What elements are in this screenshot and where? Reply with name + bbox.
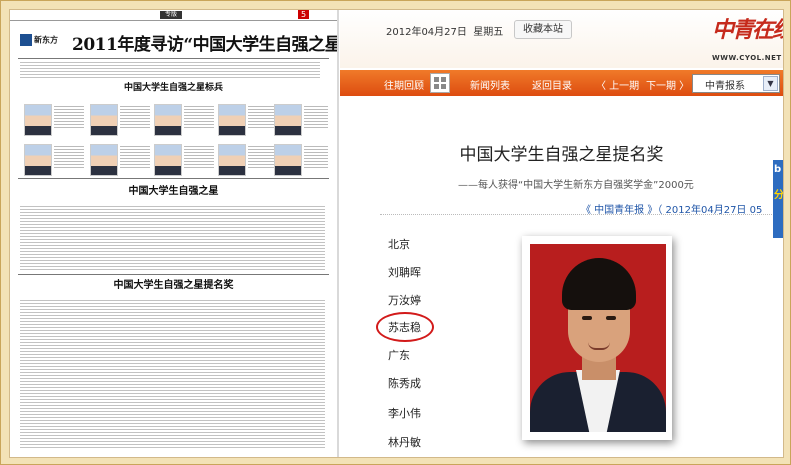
- divider: [18, 58, 329, 59]
- article-title: 中国大学生自强之星提名奖: [459, 145, 664, 165]
- honoree-photo: [274, 104, 302, 136]
- nominees-list-text: [20, 300, 325, 450]
- honoree-photo: [90, 144, 118, 176]
- side-banner-line2: 分: [774, 190, 784, 201]
- newspaper-page[interactable]: 专版 5 新东方 2011年度寻访“中国大学生自强之星”活动揭晓 中国大学生自强…: [10, 10, 339, 457]
- side-banner[interactable]: b 分: [773, 160, 784, 238]
- article-subtitle: ——每人获得“中国大学生新东方自强奖学金”2000元: [458, 180, 694, 191]
- honoree-photo: [24, 104, 52, 136]
- section-title-nominees: 中国大学生自强之星提名奖: [113, 280, 234, 291]
- honoree-caption: [54, 146, 84, 170]
- divider: [380, 214, 780, 215]
- list-item: 林丹敏: [388, 436, 421, 449]
- cyol-page: 2012年04月27日 星期五 收藏本站 中青在线 WWW.CYOL.NET 往…: [340, 10, 783, 457]
- paper-select[interactable]: 中青报系 ▼: [692, 74, 780, 93]
- divider: [18, 274, 329, 275]
- divider: [18, 178, 329, 179]
- grid-view-icon[interactable]: [430, 73, 450, 93]
- sponsor-logo-text: 新东方: [34, 35, 58, 45]
- list-item: 万汝婷: [388, 294, 421, 307]
- honoree-caption: [120, 106, 150, 130]
- bookmark-button[interactable]: 收藏本站: [514, 20, 572, 39]
- honoree-photo: [274, 144, 302, 176]
- stars-list-text: [20, 206, 325, 272]
- honoree-caption: [304, 146, 328, 170]
- prev-issue-link[interactable]: 〈 上一期: [596, 77, 639, 92]
- newspaper-headline: 2011年度寻访“中国大学生自强之星”活动揭晓: [72, 35, 337, 55]
- honoree-caption: [304, 106, 328, 130]
- highlight-circle: [376, 312, 434, 342]
- honoree-photo: [218, 104, 246, 136]
- screenshot-panel: 专版 5 新东方 2011年度寻访“中国大学生自强之星”活动揭晓 中国大学生自强…: [9, 9, 784, 458]
- paper-select-value: 中青报系: [705, 81, 745, 92]
- list-item: 广东: [388, 349, 410, 362]
- honoree-photo: [24, 144, 52, 176]
- list-item: 李小伟: [388, 407, 421, 420]
- honoree-caption: [184, 146, 214, 170]
- portrait-photo: [530, 244, 666, 432]
- site-header: 2012年04月27日 星期五 收藏本站 中青在线 WWW.CYOL.NET: [340, 10, 783, 68]
- brand-logo[interactable]: 中青在线: [712, 12, 783, 44]
- sponsor-logo-icon: [20, 34, 32, 46]
- portrait-frame: [522, 236, 672, 440]
- list-item: 北京: [388, 238, 410, 251]
- honoree-photo: [154, 144, 182, 176]
- honoree-photo: [218, 144, 246, 176]
- honoree-photo: [154, 104, 182, 136]
- list-item: 刘聃晖: [388, 266, 421, 279]
- current-date: 2012年04月27日 星期五: [386, 23, 503, 38]
- edition-label: 专版: [160, 11, 182, 19]
- honoree-photo: [90, 104, 118, 136]
- back-to-index-link[interactable]: 返回目录: [532, 77, 572, 92]
- page-number: 5: [298, 10, 310, 19]
- archive-link[interactable]: 往期回顾: [384, 77, 424, 92]
- news-list-link[interactable]: 新闻列表: [470, 77, 510, 92]
- weekday-text: 星期五: [473, 27, 504, 38]
- sponsor-logo: 新东方: [20, 34, 68, 54]
- honoree-caption: [184, 106, 214, 130]
- side-banner-line1: b: [774, 164, 782, 175]
- section-title-stars: 中国大学生自强之星: [128, 186, 219, 197]
- honoree-caption: [120, 146, 150, 170]
- intro-text: [20, 62, 320, 78]
- section-title-honor: 中国大学生自强之星标兵: [123, 83, 223, 93]
- newspaper-topbar: 专版 5: [10, 10, 337, 21]
- next-issue-link[interactable]: 下一期 〉: [646, 77, 689, 92]
- date-text: 2012年04月27日: [386, 27, 467, 38]
- honoree-caption: [54, 106, 84, 130]
- brand-url: WWW.CYOL.NET: [712, 54, 782, 62]
- outer-frame: 专版 5 新东方 2011年度寻访“中国大学生自强之星”活动揭晓 中国大学生自强…: [0, 0, 791, 465]
- chevron-down-icon[interactable]: ▼: [763, 76, 778, 91]
- list-item: 陈秀成: [388, 377, 421, 390]
